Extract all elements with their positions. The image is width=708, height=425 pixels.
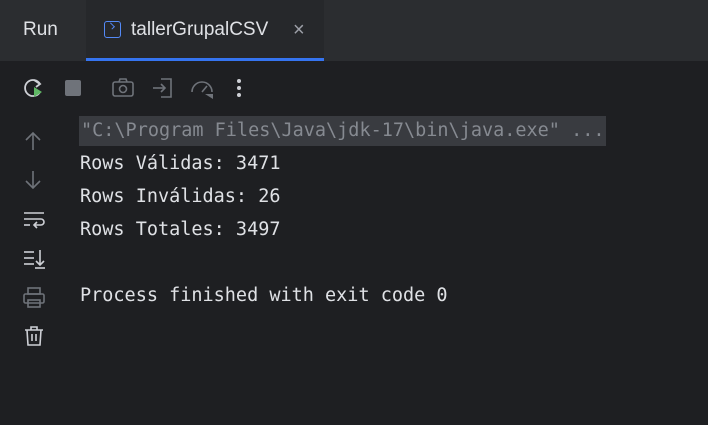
command-line: "C:\Program Files\Java\jdk-17\bin\java.e… bbox=[79, 116, 607, 146]
tool-window-header: Run tallerGrupalCSV × bbox=[0, 0, 708, 61]
tab-taller-grupal-csv[interactable]: tallerGrupalCSV × bbox=[86, 0, 324, 61]
down-arrow-icon[interactable] bbox=[22, 169, 44, 191]
rerun-icon[interactable] bbox=[22, 76, 46, 100]
close-tab-button[interactable]: × bbox=[293, 19, 305, 42]
stop-icon[interactable] bbox=[64, 79, 82, 97]
tab-label: tallerGrupalCSV bbox=[131, 19, 269, 40]
scroll-to-end-icon[interactable] bbox=[22, 247, 46, 271]
soft-wrap-icon[interactable] bbox=[22, 208, 46, 232]
up-arrow-icon[interactable] bbox=[22, 130, 44, 152]
more-icon[interactable] bbox=[234, 77, 244, 99]
profiler-icon[interactable] bbox=[189, 76, 215, 100]
run-tool-window-title: Run bbox=[23, 19, 58, 40]
console-icon bbox=[104, 21, 121, 38]
output-line-exit: Process finished with exit code 0 bbox=[80, 285, 448, 306]
output-line-valid: Rows Válidas: 3471 bbox=[80, 153, 281, 174]
trash-icon[interactable] bbox=[22, 324, 46, 348]
camera-icon[interactable] bbox=[111, 77, 135, 99]
print-icon[interactable] bbox=[22, 286, 46, 310]
output-line-total: Rows Totales: 3497 bbox=[80, 219, 281, 240]
output-line-invalid: Rows Inválidas: 26 bbox=[80, 186, 281, 207]
exit-import-icon[interactable] bbox=[151, 76, 175, 100]
